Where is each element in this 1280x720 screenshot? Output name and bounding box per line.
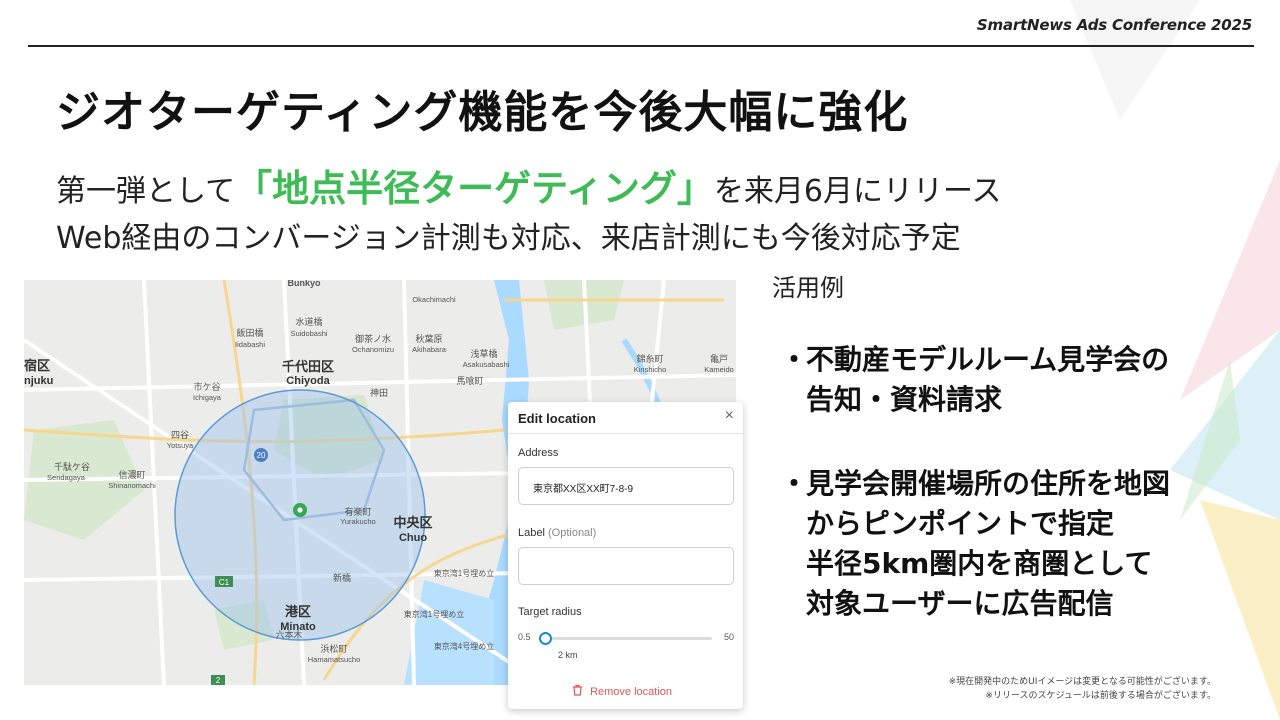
route-2-label: 2	[216, 676, 221, 685]
subtitle-prefix: 第一弾として	[56, 174, 236, 209]
map-label-tokyo-bay-2: 東京湾1号埋め立	[404, 609, 464, 619]
map-label-asakusabashi-en: Asakusabashi	[463, 360, 510, 369]
map-label-akihabara-en: Akihabara	[412, 345, 447, 354]
map-label-kanda-jp: 神田	[370, 387, 388, 398]
map-label-shinanomachi-en: Shinanomachi	[108, 481, 156, 490]
subtitle-suffix: を来月6月にリリース	[713, 174, 1002, 209]
disclaimer-schedule: ※リリースのスケジュールは前後する場合がございます。	[985, 691, 1216, 701]
close-icon[interactable]: ×	[725, 407, 734, 425]
slide-title: ジオターゲティング機能を今後大幅に強化	[56, 87, 909, 138]
radius-slider-handle[interactable]	[539, 632, 553, 645]
disclaimer-ui: ※現在開発中のためUIイメージは変更となる可能性がございます。	[948, 677, 1216, 687]
map-label-yotsuya-en: Yotsuya	[167, 441, 194, 450]
target-radius-slider[interactable]: 0.5 50	[518, 629, 734, 649]
map-label-iidabashi-jp: 飯田橋	[236, 327, 263, 338]
map-label-bakurocho-jp: 馬喰町	[456, 375, 483, 386]
map-label-akihabara-jp: 秋葉原	[415, 333, 442, 344]
use-case-1-line-1: 不動産モデルルーム見学会の	[806, 343, 1170, 376]
map-label-minato-jp: 港区	[285, 604, 311, 619]
map-label-yurakucho-jp: 有楽町	[344, 506, 371, 517]
use-case-2-line-2: からピンポイントで指定	[806, 507, 1115, 540]
use-case-1-line-2: 告知・資料請求	[806, 383, 1003, 416]
map-label-kinshicho-en: Kinshicho	[634, 365, 667, 374]
radius-value: 2 km	[558, 650, 578, 660]
panel-divider	[508, 433, 743, 434]
map-label-shinbashi-jp: 新橋	[333, 572, 351, 583]
use-case-2-line-3: 半径5km圏内を商圏として	[806, 547, 1153, 580]
map-label-ichigaya-en: Ichigaya	[193, 393, 222, 402]
edit-location-panel: Edit location × Address 東京都XX区XX町7-8-9 L…	[508, 402, 743, 709]
map-label-shinanomachi-jp: 信濃町	[118, 469, 145, 480]
route-c1-label: C1	[219, 578, 230, 587]
address-label: Address	[518, 447, 559, 459]
radius-track[interactable]	[539, 632, 712, 645]
map-label-ichigaya-jp: 市ケ谷	[193, 381, 220, 392]
map-label-chuo-en: Chuo	[399, 532, 427, 544]
conference-name: SmartNews Ads Conference 2025	[976, 16, 1252, 34]
map-label-okachimachi-en: Okachimachi	[412, 295, 456, 304]
map-label-yotsuya-jp: 四谷	[171, 430, 189, 440]
map-label-minato-en: Minato	[280, 621, 316, 633]
remove-location-label: Remove location	[590, 686, 672, 698]
map-label-iidabashi-en: Iidabashi	[235, 340, 265, 349]
target-radius-label: Target radius	[518, 606, 582, 618]
map-label-kameido-en: Kameido	[704, 365, 734, 374]
map-label-kameido-jp: 亀戸	[710, 353, 728, 364]
map-label-hamamatsucho-jp: 浜松町	[320, 643, 347, 654]
map-label-suidobashi-en: Suidobashi	[290, 329, 327, 338]
map-label-kinshicho-jp: 錦糸町	[636, 353, 663, 364]
header-rule	[28, 45, 1254, 47]
bullet-marker: ・	[780, 343, 809, 376]
subtitle-measurement: Web経由のコンバージョン計測も対応、来店計測にも今後対応予定	[56, 221, 961, 256]
map-label-tokyo-bay-3: 東京湾4号埋め立	[434, 641, 494, 651]
map-label-ochanomizu-jp: 御茶ノ水	[355, 333, 391, 344]
remove-location-button[interactable]: Remove location	[572, 684, 672, 698]
map-label-shinjuku-en: njuku	[24, 375, 53, 387]
use-case-2-line-4: 対象ユーザーに広告配信	[806, 587, 1114, 620]
map-label-shinjuku-jp: 宿区	[24, 358, 50, 373]
map-label-suidobashi-jp: 水道橋	[295, 316, 322, 327]
label-field-label: Label (Optional)	[518, 527, 596, 539]
trash-icon	[572, 684, 590, 698]
optional-text: (Optional)	[547, 527, 597, 539]
bullet-marker: ・	[780, 467, 809, 500]
map-label-ochanomizu-en: Ochanomizu	[352, 345, 394, 354]
map-label-chiyoda-jp: 千代田区	[282, 359, 334, 374]
address-field[interactable]: 東京都XX区XX町7-8-9	[518, 467, 734, 505]
map-label-sendagaya-en: Sendagaya	[47, 473, 86, 482]
map-label-sendagaya-jp: 千駄ケ谷	[54, 461, 90, 472]
use-case-2-line-1: 見学会開催場所の住所を地図	[806, 467, 1171, 500]
location-pin-icon	[293, 503, 307, 517]
subtitle-release: 第一弾として「地点半径ターゲティング」を来月6月にリリース	[56, 158, 1001, 212]
subtitle-feature-name: 「地点半径ターゲティング」	[235, 167, 714, 210]
map-label-asakusabashi-jp: 浅草橋	[470, 348, 497, 359]
map-label-chuo-jp: 中央区	[393, 515, 432, 530]
radius-min-label: 0.5	[518, 632, 531, 642]
label-field[interactable]	[518, 547, 734, 585]
label-label-text: Label	[518, 527, 545, 539]
map-label-tokyo-bay-1: 東京湾1号埋め立	[434, 568, 494, 578]
map-label-bunkyo: Bunkyo	[287, 280, 321, 288]
map-label-yurakucho-en: Yurakucho	[340, 517, 375, 526]
map-label-hamamatsucho-en: Hamamatsucho	[308, 655, 361, 664]
panel-title: Edit location	[518, 411, 596, 426]
radius-max-label: 50	[723, 632, 734, 642]
use-cases-heading: 活用例	[772, 274, 844, 302]
route-20-label: 20	[257, 451, 266, 460]
map-label-chiyoda-en: Chiyoda	[286, 375, 330, 387]
